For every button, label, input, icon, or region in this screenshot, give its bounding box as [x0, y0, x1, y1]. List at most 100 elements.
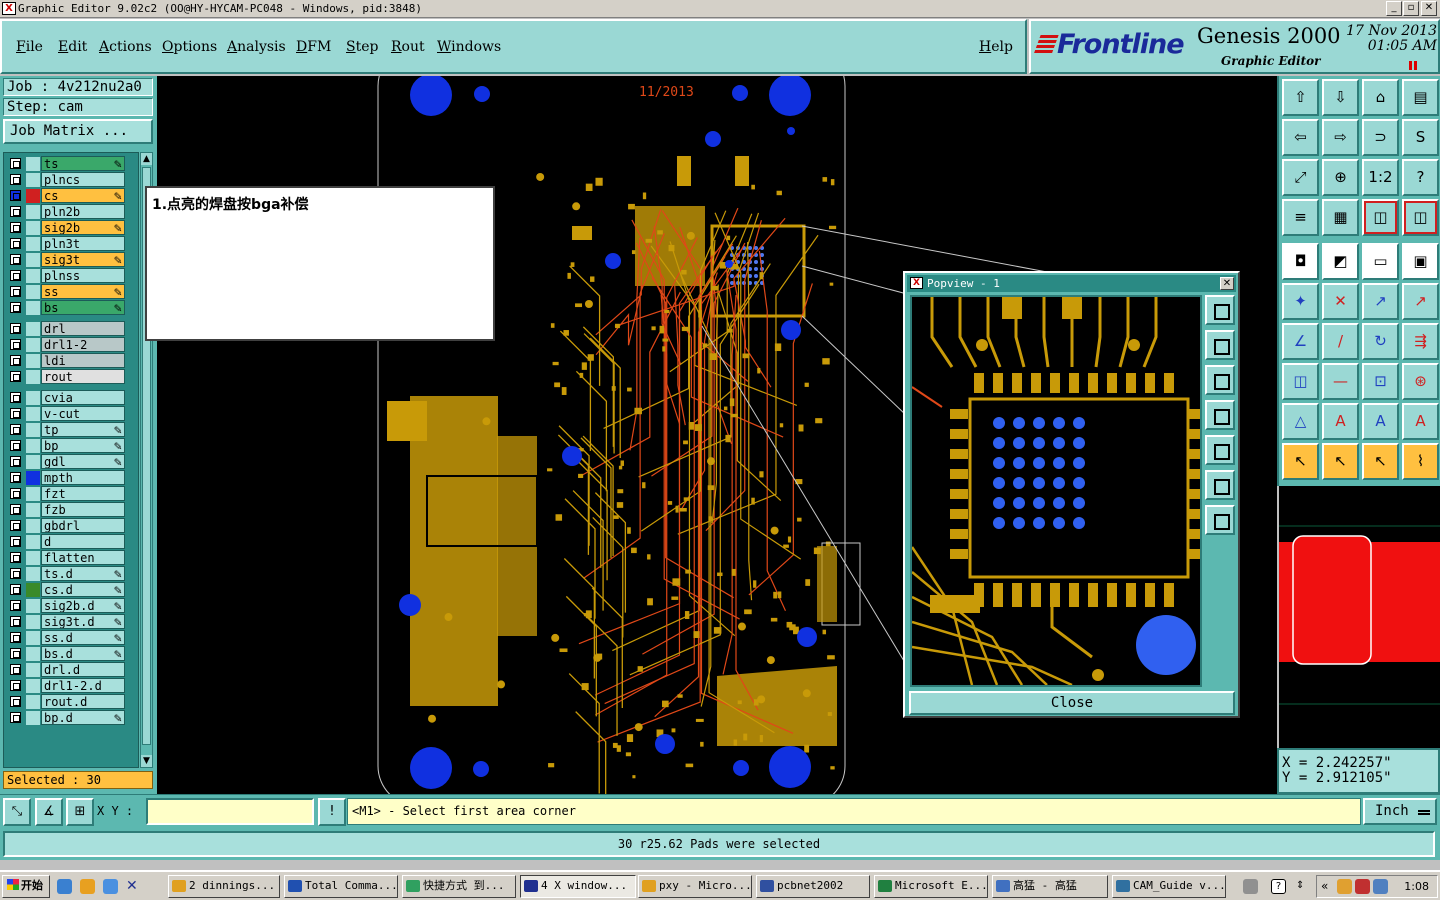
- bga-zoom-view[interactable]: [912, 297, 1200, 685]
- layer-display-checkbox[interactable]: [10, 206, 21, 217]
- snap-icon[interactable]: ⤡: [3, 798, 31, 826]
- tool-4-0-icon[interactable]: ◘: [1282, 243, 1319, 280]
- layer-display-checkbox[interactable]: [10, 616, 21, 627]
- layer-color-swatch[interactable]: [26, 157, 40, 171]
- layer-row[interactable]: ldi: [4, 353, 138, 368]
- tool-4-1-icon[interactable]: ◩: [1322, 243, 1359, 280]
- tool-3-2-icon[interactable]: ◫: [1362, 199, 1399, 236]
- layer-color-swatch[interactable]: [26, 711, 40, 725]
- layer-display-checkbox[interactable]: [10, 552, 21, 563]
- layer-display-checkbox[interactable]: [10, 238, 21, 249]
- layer-color-swatch[interactable]: [26, 391, 40, 405]
- tool-3-0-icon[interactable]: ≡: [1282, 199, 1319, 236]
- tool-7-2-icon[interactable]: ⊡: [1362, 363, 1399, 400]
- layer-name[interactable]: sig2b.d: [41, 598, 125, 613]
- layer-name[interactable]: bs.d: [41, 646, 125, 661]
- layer-row[interactable]: drl.d: [4, 662, 138, 677]
- layer-display-checkbox[interactable]: [10, 222, 21, 233]
- layer-row[interactable]: drl1-2: [4, 337, 138, 352]
- keyboard-icon[interactable]: [1243, 879, 1258, 894]
- layer-color-swatch[interactable]: [26, 503, 40, 517]
- layer-name[interactable]: bp.d: [41, 710, 125, 725]
- layer-name[interactable]: drl1-2: [41, 337, 125, 352]
- layer-name[interactable]: drl.d: [41, 662, 125, 677]
- layer-display-checkbox[interactable]: [10, 408, 21, 419]
- taskbar-item[interactable]: Total Comma...: [284, 875, 398, 898]
- layer-display-checkbox[interactable]: [10, 339, 21, 350]
- layer-color-swatch[interactable]: [26, 487, 40, 501]
- layer-display-checkbox[interactable]: [10, 270, 21, 281]
- menu-file[interactable]: File: [16, 39, 43, 55]
- layer-name[interactable]: drl1-2.d: [41, 678, 125, 693]
- layer-row[interactable]: bp ✎: [4, 438, 138, 454]
- layer-name[interactable]: ss: [41, 284, 125, 299]
- layer-name[interactable]: cvia: [41, 390, 125, 405]
- layer-row[interactable]: pln2b: [4, 204, 138, 219]
- layer-name[interactable]: flatten: [41, 550, 125, 565]
- layer-row[interactable]: sig3t.d ✎: [4, 614, 138, 630]
- layer-name[interactable]: mpth: [41, 470, 125, 485]
- layer-name[interactable]: pln2b: [41, 204, 125, 219]
- tool-6-2-icon[interactable]: ↻: [1362, 323, 1399, 360]
- layer-name[interactable]: gdl: [41, 454, 125, 469]
- scroll-down-icon[interactable]: ▼: [141, 755, 152, 767]
- menu-dfm[interactable]: DFM: [296, 39, 331, 55]
- xy-input[interactable]: [146, 798, 314, 825]
- layer-row[interactable]: gbdrl: [4, 518, 138, 533]
- tool-9-2-icon[interactable]: ↖: [1362, 443, 1399, 480]
- taskbar-item[interactable]: pxy - Micro...: [638, 875, 752, 898]
- layer-color-swatch[interactable]: [26, 455, 40, 469]
- layer-name[interactable]: ldi: [41, 353, 125, 368]
- close-button[interactable]: ✕: [1421, 1, 1437, 16]
- menu-help[interactable]: Help: [979, 39, 1013, 55]
- menu-step[interactable]: Step: [346, 39, 378, 55]
- layer-name[interactable]: plncs: [41, 172, 125, 187]
- tool-2-3-icon[interactable]: ?: [1402, 159, 1439, 196]
- layer-color-swatch[interactable]: [26, 338, 40, 352]
- layer-display-checkbox[interactable]: [10, 392, 21, 403]
- tool-9-1-icon[interactable]: ↖: [1322, 443, 1359, 480]
- layer-display-checkbox[interactable]: [10, 504, 21, 515]
- popview-pan-up-icon[interactable]: [1205, 330, 1235, 360]
- layer-name[interactable]: bp: [41, 438, 125, 453]
- layer-row[interactable]: drl1-2.d: [4, 678, 138, 693]
- layer-display-checkbox[interactable]: [10, 440, 21, 451]
- tool-1-0-icon[interactable]: ⇦: [1282, 119, 1319, 156]
- popview-pan-down-icon[interactable]: [1205, 365, 1235, 395]
- layer-name[interactable]: gbdrl: [41, 518, 125, 533]
- layer-name[interactable]: plnss: [41, 268, 125, 283]
- tray-expand-icon[interactable]: «: [1321, 879, 1333, 894]
- layer-display-checkbox[interactable]: [10, 286, 21, 297]
- layer-color-swatch[interactable]: [26, 301, 40, 315]
- layer-display-checkbox[interactable]: [10, 456, 21, 467]
- tool-0-2-icon[interactable]: ⌂: [1362, 79, 1399, 116]
- tool-2-0-icon[interactable]: ⤢: [1282, 159, 1319, 196]
- tool-9-3-icon[interactable]: ⌇: [1402, 443, 1439, 480]
- tool-6-3-icon[interactable]: ⇶: [1402, 323, 1439, 360]
- layer-row[interactable]: sig3t ✎: [4, 252, 138, 268]
- layer-row[interactable]: fzt: [4, 486, 138, 501]
- tool-1-3-icon[interactable]: S: [1402, 119, 1439, 156]
- tray-network-icon[interactable]: [1373, 879, 1388, 894]
- tool-9-0-icon[interactable]: ↖: [1282, 443, 1319, 480]
- layer-row[interactable]: gdl ✎: [4, 454, 138, 470]
- popview-pan-right-icon[interactable]: [1205, 435, 1235, 465]
- layer-row[interactable]: flatten: [4, 550, 138, 565]
- layer-name[interactable]: rout: [41, 369, 125, 384]
- layer-display-checkbox[interactable]: [10, 190, 21, 201]
- layer-color-swatch[interactable]: [26, 551, 40, 565]
- ie-icon[interactable]: [57, 879, 72, 894]
- overview-map[interactable]: [1279, 486, 1440, 748]
- layer-name[interactable]: fzb: [41, 502, 125, 517]
- layer-display-checkbox[interactable]: [10, 488, 21, 499]
- tool-1-2-icon[interactable]: ⊃: [1362, 119, 1399, 156]
- layer-row[interactable]: cs.d ✎: [4, 582, 138, 598]
- layer-name[interactable]: fzt: [41, 486, 125, 501]
- layer-color-swatch[interactable]: [26, 535, 40, 549]
- layer-row[interactable]: bs.d ✎: [4, 646, 138, 662]
- tool-8-0-icon[interactable]: △: [1282, 403, 1319, 440]
- start-button[interactable]: 开始: [2, 875, 50, 898]
- tool-0-1-icon[interactable]: ⇩: [1322, 79, 1359, 116]
- job-matrix-button[interactable]: Job Matrix ...: [3, 119, 153, 144]
- layer-row[interactable]: plnss: [4, 268, 138, 283]
